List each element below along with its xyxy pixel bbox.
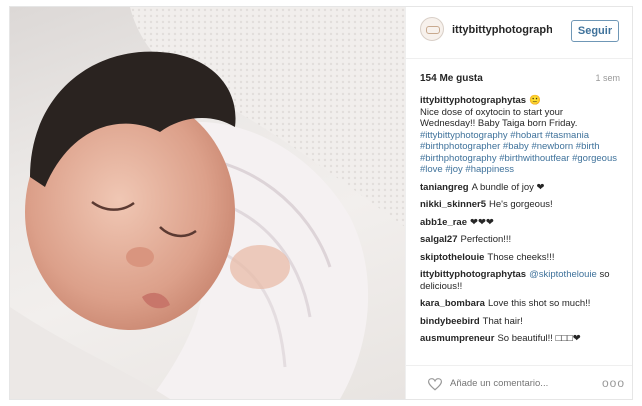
post-sidebar: ittybittyphotography... Seguir 154 Me gu… xyxy=(405,7,632,399)
add-comment-input[interactable] xyxy=(450,378,580,389)
comment-text: Perfection!!! xyxy=(460,234,512,245)
comment-username[interactable]: salgal27 xyxy=(420,234,458,245)
comment-username[interactable]: skiptothelouie xyxy=(420,252,484,263)
comment-item: ittybittyphotographytas @skiptothelouie s… xyxy=(420,269,620,292)
comment-text: He's gorgeous! xyxy=(489,199,553,210)
newborn-photo-illustration xyxy=(10,7,405,399)
comment-item: nikki_skinner5 He's gorgeous! xyxy=(420,199,620,211)
caption-hashtags[interactable]: #ittybittyphotography #hobart #tasmania … xyxy=(420,130,617,176)
comment-text: Those cheeks!!! xyxy=(487,251,555,263)
avatar-logo-icon xyxy=(426,26,440,34)
post-header: ittybittyphotography... Seguir xyxy=(406,7,632,59)
comment-text: That hair! xyxy=(482,315,523,327)
comment-item: kara_bombara Love this shot so much!! xyxy=(420,298,620,310)
comment-mention[interactable]: @skiptothelouie xyxy=(529,269,597,280)
profile-avatar[interactable] xyxy=(420,17,444,41)
caption-username[interactable]: ittybittyphotographytas xyxy=(420,95,526,106)
heart-outline-icon[interactable] xyxy=(428,378,442,391)
comment-item: abb1e_rae ❤❤❤ xyxy=(420,217,620,229)
comment-username[interactable]: abb1e_rae xyxy=(420,217,467,228)
comment-text: So beautiful!! □□□❤ xyxy=(497,333,581,344)
nose xyxy=(126,247,154,267)
baby-hand xyxy=(230,245,290,289)
comment-username[interactable]: ausmumpreneur xyxy=(420,333,494,344)
comment-item: ausmumpreneur So beautiful!! □□□❤ xyxy=(420,333,620,345)
comment-username[interactable]: bindybeebird xyxy=(420,316,480,327)
comment-username[interactable]: ittybittyphotographytas xyxy=(420,269,526,280)
instagram-post: ittybittyphotography... Seguir 154 Me gu… xyxy=(9,6,633,400)
comment-list: ittybittyphotographytas 🙂 Nice dose of ox… xyxy=(420,95,620,351)
comment-text: ❤❤❤ xyxy=(470,216,494,228)
comment-text: Love this shot so much!! xyxy=(487,298,591,309)
caption-text: Nice dose of oxytocin to start your Wedn… xyxy=(420,106,578,130)
post-stats: 154 Me gusta 1 sem xyxy=(420,73,620,87)
post-photo[interactable] xyxy=(10,7,405,399)
post-caption: ittybittyphotographytas 🙂 Nice dose of ox… xyxy=(420,95,620,176)
author-username[interactable]: ittybittyphotography... xyxy=(452,24,552,36)
comment-username[interactable]: nikki_skinner5 xyxy=(420,199,486,210)
comment-text: A bundle of joy ❤ xyxy=(471,181,545,193)
caption-emoji: 🙂 xyxy=(529,95,541,106)
post-age[interactable]: 1 sem xyxy=(595,73,620,83)
comment-item: taniangreg A bundle of joy ❤ xyxy=(420,182,620,194)
comment-item: bindybeebird That hair! xyxy=(420,316,620,328)
like-count[interactable]: 154 Me gusta xyxy=(420,73,483,84)
comment-username[interactable]: taniangreg xyxy=(420,182,469,193)
post-footer: ooo xyxy=(406,365,632,399)
comment-item: skiptothelouie Those cheeks!!! xyxy=(420,252,620,264)
more-options-icon[interactable]: ooo xyxy=(602,376,625,390)
follow-button[interactable]: Seguir xyxy=(571,20,619,42)
comment-item: salgal27 Perfection!!! xyxy=(420,234,620,246)
comment-username[interactable]: kara_bombara xyxy=(420,298,485,309)
